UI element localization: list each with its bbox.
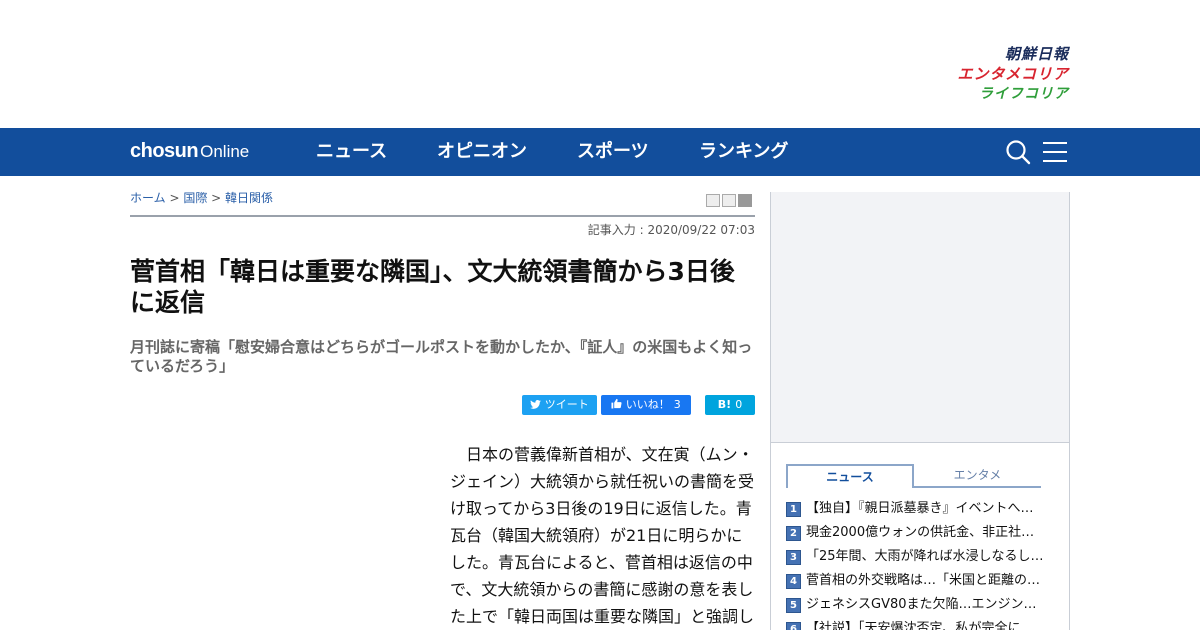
- breadcrumb-korea-japan[interactable]: 韓日関係: [225, 191, 273, 205]
- thumbs-up-icon: [611, 398, 626, 411]
- tab-entame[interactable]: エンタメ: [914, 464, 1041, 488]
- hatena-count: 0: [735, 398, 743, 411]
- nav-news[interactable]: ニュース: [316, 141, 387, 163]
- nav-opinion[interactable]: オピニオン: [437, 141, 527, 163]
- rank-title[interactable]: 現金2000億ウォンの供託金、非正社員の正規職化: [806, 521, 1046, 545]
- nav-ranking[interactable]: ランキング: [699, 141, 788, 163]
- breadcrumb-home[interactable]: ホーム: [130, 191, 166, 205]
- list-item[interactable]: 1 【独自】『親日派墓暴き』イベントへの参加者募集: [786, 497, 1048, 521]
- breadcrumb-divider: [130, 215, 755, 217]
- breadcrumb-international[interactable]: 国際: [183, 191, 207, 205]
- rank-badge: 1: [786, 501, 801, 517]
- rank-title[interactable]: 菅首相の外交戦略は…「米国と距離の近い国を重視」: [806, 569, 1046, 593]
- rank-title[interactable]: 「25年間、大雨が降れば水浸しなるしかなかった」: [806, 545, 1046, 569]
- chosun-ilbo-logo[interactable]: 朝鮮日報: [957, 44, 1069, 64]
- rank-badge: 3: [786, 549, 801, 565]
- breadcrumb: ホーム > 国際 > 韓日関係: [130, 190, 273, 206]
- rank-title[interactable]: 【独自】『親日派墓暴き』イベントへの参加者募集: [806, 497, 1046, 521]
- breadcrumb-separator: >: [207, 191, 226, 205]
- breadcrumb-separator: >: [165, 191, 184, 205]
- entame-korea-logo[interactable]: エンタメコリア: [957, 64, 1069, 84]
- back-icon[interactable]: [738, 194, 752, 207]
- rank-badge: 5: [786, 597, 801, 613]
- brand-light: Online: [200, 142, 250, 161]
- rank-badge: 4: [786, 573, 801, 589]
- ranking-list: 1 【独自】『親日派墓暴き』イベントへの参加者募集 2 現金2000億ウォンの供託金…: [786, 497, 1048, 630]
- twitter-bird-icon: [530, 398, 545, 411]
- tab-news[interactable]: ニュース: [786, 464, 914, 488]
- nav-sports[interactable]: スポーツ: [577, 141, 649, 163]
- list-item[interactable]: 4 菅首相の外交戦略は…「米国と距離の近い国を重視」: [786, 569, 1048, 593]
- tweet-button[interactable]: ツイート: [522, 395, 597, 415]
- rank-badge: 6: [786, 621, 801, 630]
- partner-logos: 朝鮮日報 エンタメコリア ライフコリア: [957, 44, 1069, 104]
- like-label: いいね！: [625, 398, 670, 411]
- text-view-icon[interactable]: [722, 194, 736, 207]
- tweet-label: ツイート: [544, 398, 589, 411]
- sidebar-ad-slot: [770, 192, 1070, 443]
- article-headline: 菅首相「韓日は重要な隣国」、文大統領書簡から3日後に返信: [130, 257, 735, 317]
- like-count: 3: [673, 398, 681, 411]
- rank-title[interactable]: ジェネシスGV80また欠陥…エンジン振動問題: [806, 593, 1046, 617]
- rank-badge: 2: [786, 525, 801, 541]
- search-icon[interactable]: [1005, 139, 1031, 165]
- hamburger-menu-icon[interactable]: [1043, 141, 1067, 163]
- article-subhead: 月刊誌に寄稿「慰安婦合意はどちらがゴールポストを動かしたか、『証人』の米国もよく…: [130, 338, 753, 375]
- print-icon[interactable]: [706, 194, 720, 207]
- article-dateline: 記事入力 : 2020/09/22 07:03: [587, 223, 755, 237]
- site-header: 朝鮮日報 エンタメコリア ライフコリア: [0, 0, 1200, 128]
- hatena-bookmark-icon: B!: [717, 398, 732, 411]
- hatena-bookmark-button[interactable]: B! 0: [705, 395, 755, 415]
- list-item[interactable]: 5 ジェネシスGV80また欠陥…エンジン振動問題: [786, 593, 1048, 617]
- brand-bold: chosun: [130, 140, 199, 162]
- list-item[interactable]: 6 【社説】「天安爆沈否定、私が完全に納得できるか」: [786, 617, 1048, 630]
- list-item[interactable]: 2 現金2000億ウォンの供託金、非正社員の正規職化: [786, 521, 1048, 545]
- article-body: 日本の菅義偉新首相が、文在寅（ムン・ジェイン）大統領から就任祝いの書簡を受け取っ…: [450, 445, 755, 626]
- chosun-online-logo[interactable]: chosun Online: [130, 139, 249, 164]
- list-item[interactable]: 3 「25年間、大雨が降れば水浸しなるしかなかった」: [786, 545, 1048, 569]
- article-tools: [704, 192, 752, 211]
- life-korea-logo[interactable]: ライフコリア: [957, 84, 1069, 104]
- rank-title[interactable]: 【社説】「天安爆沈否定、私が完全に納得できるか」: [806, 617, 1046, 630]
- facebook-like-button[interactable]: いいね！ 3: [601, 395, 691, 415]
